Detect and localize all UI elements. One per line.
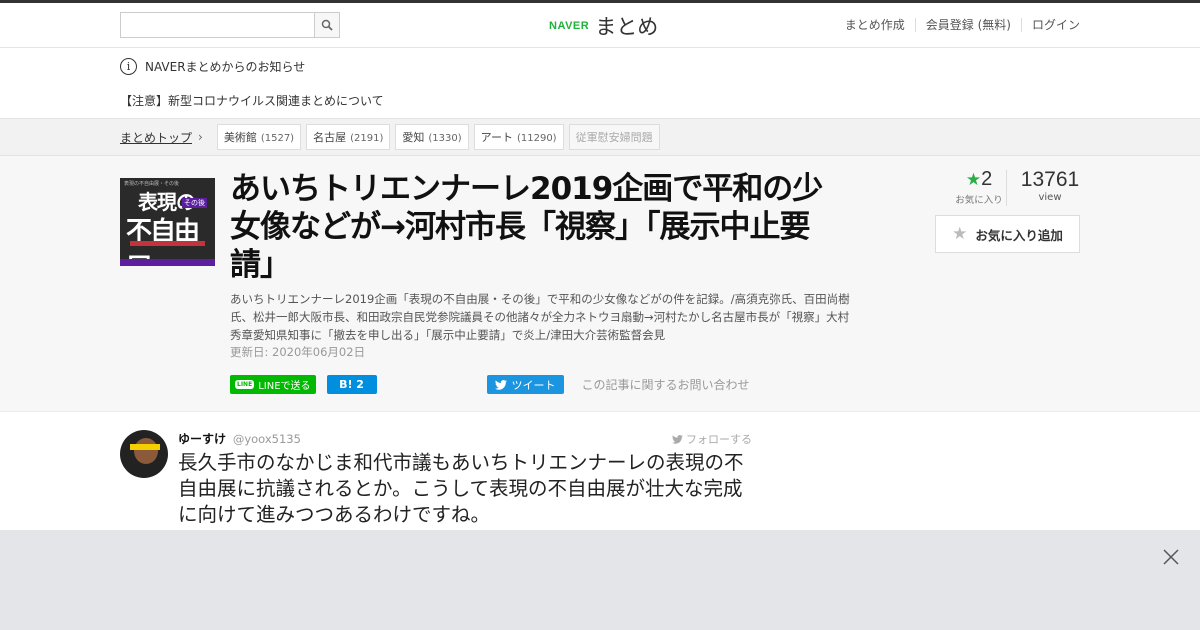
avatar-glasses (130, 444, 160, 450)
view-count-number: 13761 (1020, 168, 1080, 191)
follow-label: フォローする (686, 433, 752, 446)
tag-label: アート (480, 131, 513, 144)
search-icon (321, 19, 333, 31)
thumb-band (120, 259, 215, 266)
notice-area: i NAVERまとめからのお知らせ 【注意】新型コロナウイルス関連まとめについて (0, 48, 1200, 118)
favorite-count-number: 2 (981, 168, 993, 190)
article-description: あいちトリエンナーレ2019企画「表現の不自由展・その後」で平和の少女像などがの… (230, 292, 850, 342)
tweet-button[interactable]: ツイート (486, 375, 564, 394)
notice-heading-text: NAVERまとめからのお知らせ (145, 60, 306, 74)
article-updated: 更新日: 2020年06月02日 (230, 345, 366, 359)
add-favorite-button[interactable]: ★ お気に入り追加 (935, 215, 1080, 253)
contact-link[interactable]: この記事に関するお問い合わせ (582, 376, 750, 393)
line-share-button[interactable]: LINE LINEで送る (230, 375, 316, 394)
ad-overlay (0, 530, 1200, 630)
chevron-right-icon: › (198, 130, 203, 144)
nav-login[interactable]: ログイン (1020, 18, 1080, 32)
breadcrumb-top-link[interactable]: まとめトップ (120, 129, 192, 146)
header-nav: まとめ作成 会員登録 (無料) ログイン (835, 18, 1080, 32)
favorite-count-label: お気に入り (955, 195, 1003, 206)
thumb-badge: その後 (182, 198, 207, 208)
view-count-label: view (1038, 192, 1062, 203)
tag-label: 名古屋 (313, 131, 347, 144)
tag-count: (1330) (428, 133, 462, 144)
notice-heading: i NAVERまとめからのお知らせ (120, 58, 305, 75)
tag-bijutsukan[interactable]: 美術館 (1527) (216, 124, 302, 150)
site-logo[interactable]: NAVER まとめ (549, 11, 658, 41)
follow-button[interactable]: フォローする (672, 431, 752, 447)
share-bar: LINE LINEで送る B! 2 ツイート この記事に関するお問い合わせ (230, 375, 750, 394)
avatar[interactable] (120, 430, 168, 478)
search-box (120, 12, 340, 38)
star-icon: ★ (952, 224, 968, 244)
tweet-label: ツイート (511, 378, 556, 392)
article-title: あいちトリエンナーレ2019企画で平和の少女像などが→河村市長「視察」「展示中止… (230, 171, 823, 283)
star-icon: ★ (965, 170, 982, 190)
hatena-bookmark-button[interactable]: B! 2 (326, 375, 377, 394)
breadcrumb: まとめトップ › 美術館 (1527) 名古屋 (2191) 愛知 (1330) アー… (0, 118, 1200, 156)
view-count: 13761 view (1017, 168, 1083, 203)
article-header: 表現の不自由展・その後 表現の その後 不自由展 あいちトリエンナーレ2019企… (0, 156, 1200, 412)
stats-divider (1006, 170, 1007, 206)
tweet-user: ゆーすけ @yoox5135 (178, 430, 301, 447)
avatar-face (134, 438, 158, 464)
notice-link[interactable]: 【注意】新型コロナウイルス関連まとめについて (120, 92, 384, 109)
line-share-label: LINEで送る (258, 381, 311, 392)
tag-count: (11290) (516, 133, 557, 144)
tag-art[interactable]: アート (11290) (473, 124, 564, 150)
tag-nagoya[interactable]: 名古屋 (2191) (306, 124, 391, 150)
site-header: NAVER まとめ まとめ作成 会員登録 (無料) ログイン (0, 3, 1200, 48)
close-icon[interactable] (1162, 548, 1180, 566)
tweet-text: 長久手市のなかじま和代市議もあいちトリエンナーレの表現の不自由展に抗議されるとか… (178, 451, 744, 526)
line-icon: LINE (235, 380, 255, 389)
tweet-user-name[interactable]: ゆーすけ (178, 432, 226, 446)
thumb-stripe (130, 241, 205, 246)
logo-matome: まとめ (595, 15, 659, 39)
tag-count: (2191) (350, 133, 384, 144)
tag-count: (1527) (260, 133, 295, 144)
article-thumbnail: 表現の不自由展・その後 表現の その後 不自由展 (120, 178, 215, 266)
add-favorite-label: お気に入り追加 (975, 227, 1063, 243)
tag-comfort-women[interactable]: 従軍慰安婦問題 (568, 124, 660, 150)
nav-register[interactable]: 会員登録 (無料) (914, 18, 1021, 32)
nav-create-matome[interactable]: まとめ作成 (835, 18, 915, 32)
tag-label: 愛知 (402, 131, 425, 144)
search-button[interactable] (314, 13, 339, 37)
search-input[interactable] (121, 13, 314, 37)
thumb-line-2: 不自由展 (126, 217, 200, 266)
tag-label: 美術館 (223, 131, 257, 144)
info-icon: i (120, 58, 137, 75)
twitter-bird-icon (494, 379, 507, 390)
tag-label: 従軍慰安婦問題 (575, 131, 653, 144)
favorite-count: ★2 お気に入り (949, 168, 1009, 206)
tag-aichi[interactable]: 愛知 (1330) (395, 124, 469, 150)
logo-naver: NAVER (549, 20, 590, 32)
tweet-user-handle[interactable]: @yoox5135 (233, 432, 301, 446)
twitter-bird-icon (672, 435, 683, 444)
